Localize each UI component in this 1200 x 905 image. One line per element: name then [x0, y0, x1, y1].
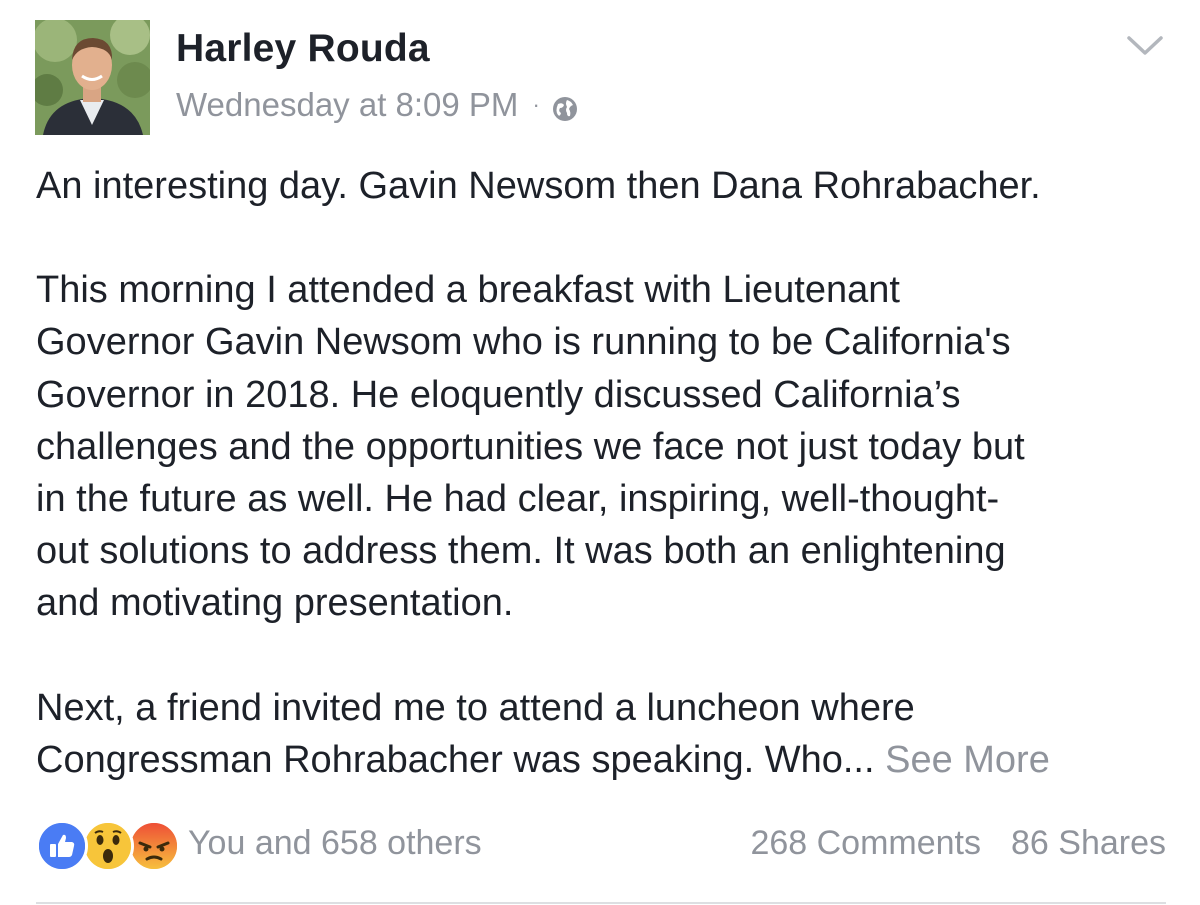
wow-icon — [82, 820, 134, 872]
like-icon — [36, 820, 88, 872]
facebook-post: Harley Rouda Wednesday at 8:09 PM · An i… — [0, 0, 1200, 905]
shares-count[interactable]: 86 Shares — [1011, 824, 1166, 862]
avatar-image — [35, 20, 150, 135]
post-header: Harley Rouda Wednesday at 8:09 PM · — [35, 20, 1165, 138]
chevron-down-icon[interactable] — [1125, 34, 1165, 58]
author-name[interactable]: Harley Rouda — [176, 27, 430, 71]
comments-count[interactable]: 268 Comments — [750, 824, 981, 862]
post-meta: Wednesday at 8:09 PM · — [176, 86, 578, 124]
post-paragraph: An interesting day. Gavin Newsom then Da… — [36, 165, 1041, 207]
meta-separator: · — [532, 92, 540, 117]
post-paragraph-text: Next, a friend invited me to attend a lu… — [36, 686, 915, 781]
reaction-summary[interactable]: You and 658 others — [188, 824, 482, 863]
see-more-link[interactable]: See More — [885, 739, 1050, 781]
post-paragraph: This morning I attended a breakfast with… — [36, 269, 1025, 625]
post-footer: You and 658 others 268 Comments 86 Shares — [36, 816, 1166, 872]
footer-divider — [36, 902, 1166, 904]
post-timestamp[interactable]: Wednesday at 8:09 PM — [176, 86, 518, 124]
reaction-icons[interactable] — [36, 820, 186, 872]
avatar[interactable] — [35, 20, 150, 135]
post-paragraph-last: Next, a friend invited me to attend a lu… — [36, 682, 1166, 786]
engagement-counts: 268 Comments 86 Shares — [750, 824, 1166, 863]
post-body: An interesting day. Gavin Newsom then Da… — [36, 160, 1166, 786]
globe-icon[interactable] — [552, 92, 578, 121]
angry-icon — [128, 820, 180, 872]
